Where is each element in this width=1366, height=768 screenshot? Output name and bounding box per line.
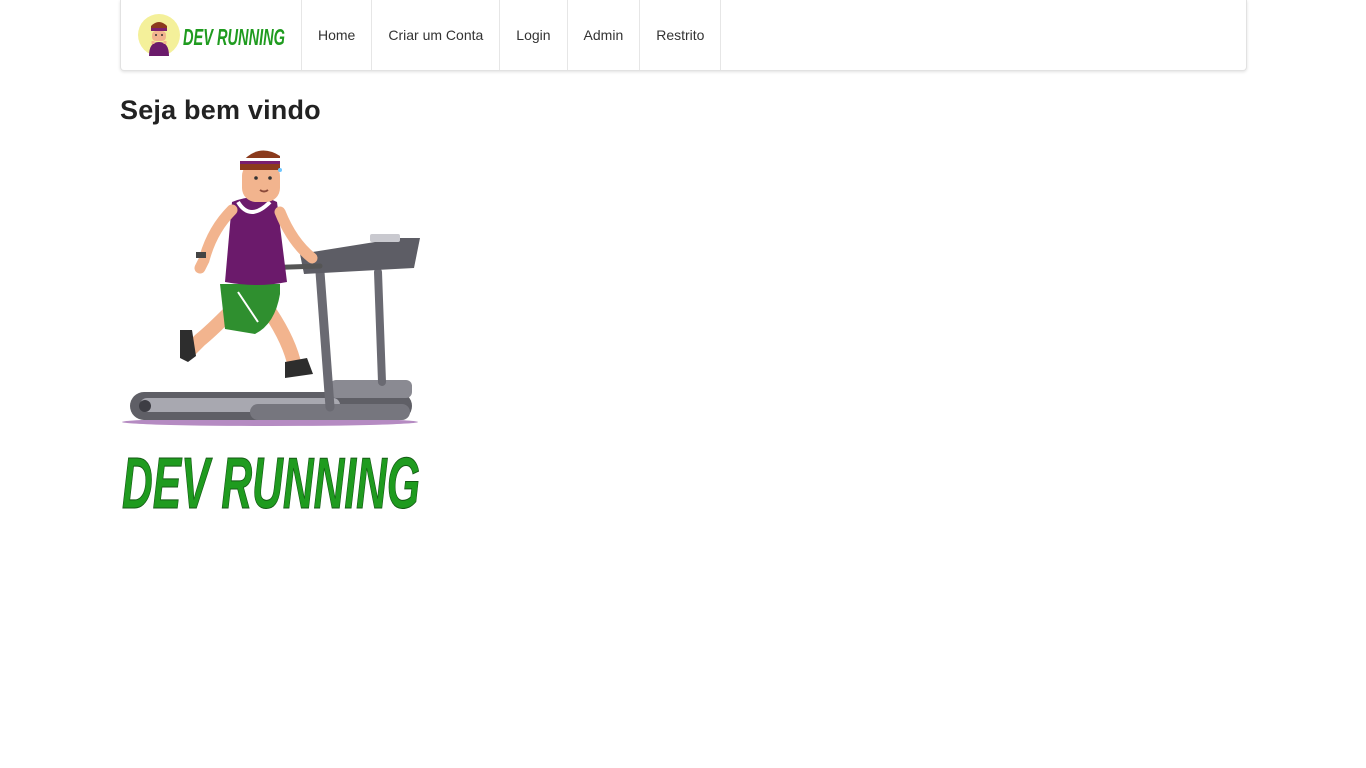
nav-item-create-account[interactable]: Criar um Conta: [372, 0, 501, 70]
brand-logo-icon: DEV RUNNING: [138, 14, 285, 56]
nav-item-admin[interactable]: Admin: [568, 0, 641, 70]
runner-on-treadmill-icon: DEV RUNNING: [122, 150, 421, 512]
top-navbar: DEV RUNNING Home Criar um Conta Login Ad…: [120, 0, 1247, 71]
hero-logo-text: DEV RUNNING: [122, 444, 420, 512]
brand-logo-text: DEV RUNNING: [183, 24, 285, 50]
nav-item-login[interactable]: Login: [500, 0, 568, 70]
nav-menu: Home Criar um Conta Login Admin Restrito: [302, 0, 722, 70]
page-title: Seja bem vindo: [120, 95, 321, 125]
nav-item-restricted[interactable]: Restrito: [640, 0, 722, 70]
hero-image: DEV RUNNING: [120, 142, 422, 512]
nav-item-home[interactable]: Home: [302, 0, 373, 70]
brand-logo-link[interactable]: DEV RUNNING: [121, 0, 302, 70]
